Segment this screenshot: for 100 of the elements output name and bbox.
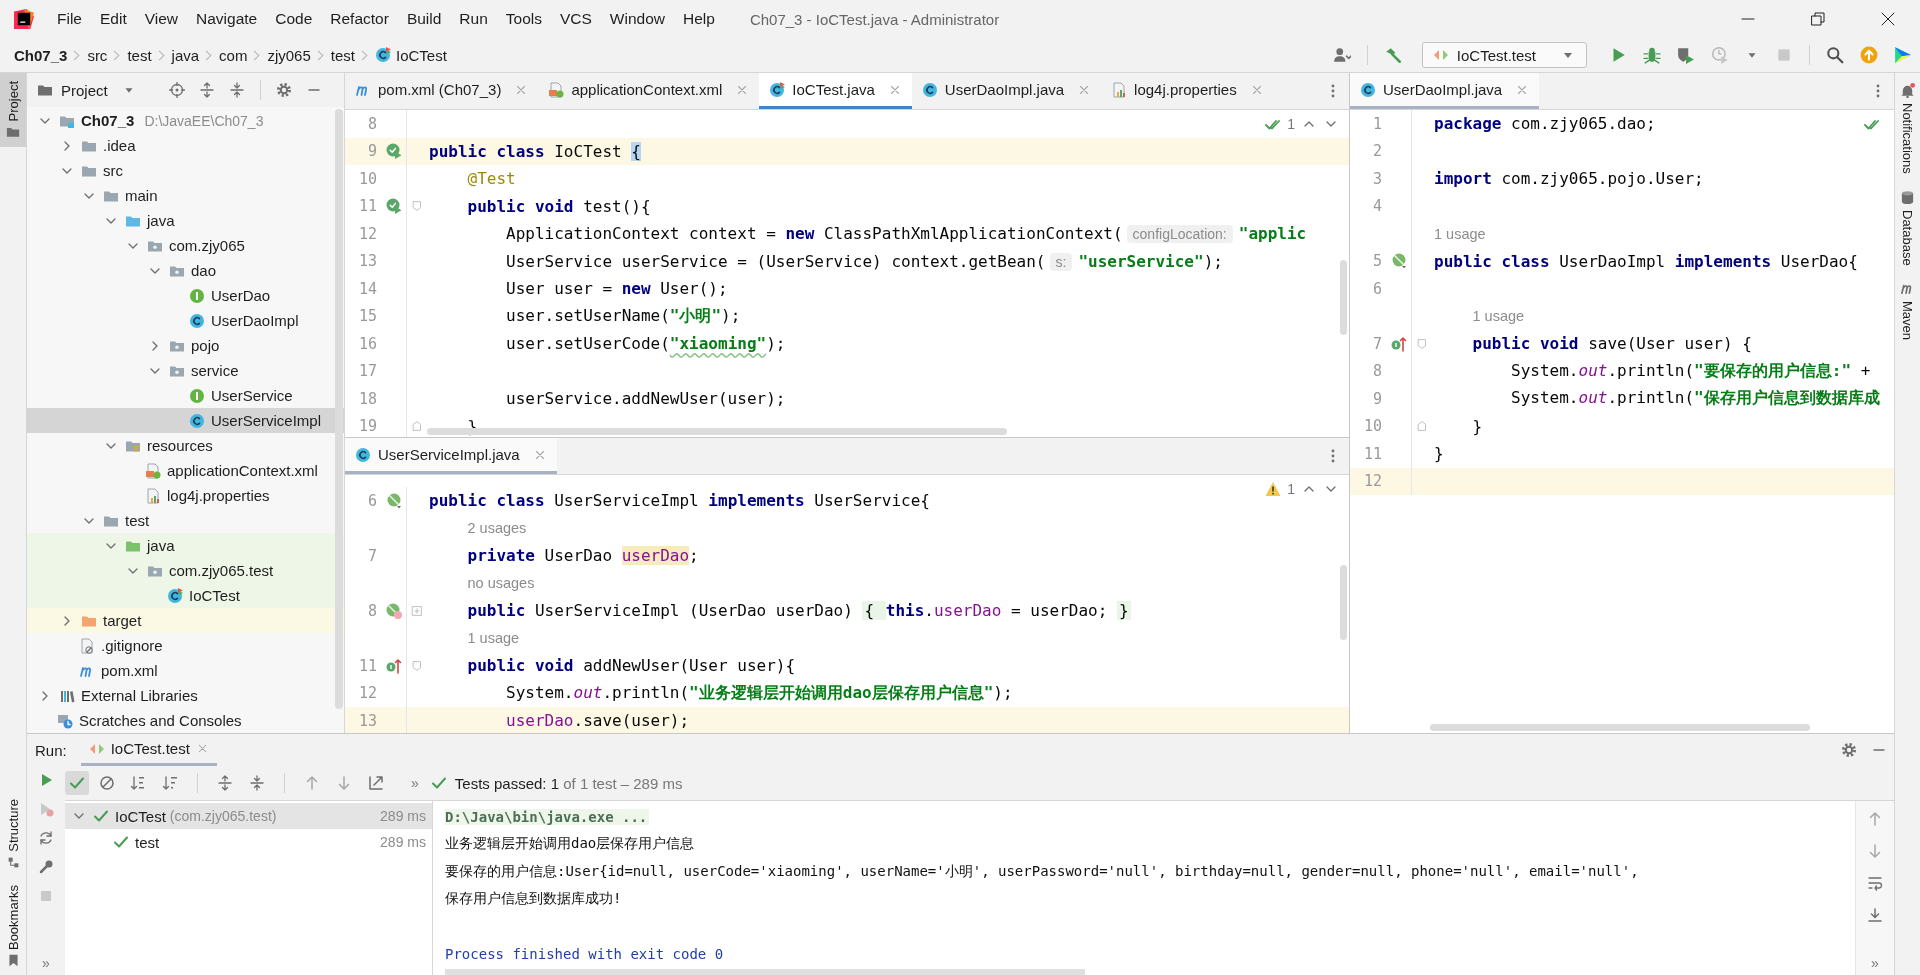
tree-item[interactable]: .idea (27, 133, 344, 158)
breadcrumb-item[interactable]: src (87, 46, 108, 64)
run-gutter-icon[interactable] (385, 143, 402, 160)
panel-title[interactable]: Project (61, 81, 108, 99)
menu-item[interactable]: Tools (496, 10, 551, 28)
inspection-widget[interactable]: 1 (1265, 481, 1339, 497)
toolbox-logo-icon[interactable] (1894, 46, 1912, 64)
implemented-gutter-icon[interactable] (385, 492, 402, 509)
soft-wrap-icon[interactable] (1867, 875, 1883, 891)
tree-item[interactable]: .gitignore (27, 633, 344, 658)
tool-window-tab[interactable]: Structure (0, 791, 26, 877)
usage-hint[interactable]: 2 usages (465, 520, 527, 537)
menu-item[interactable]: Build (397, 10, 451, 28)
settings-icon[interactable] (1841, 742, 1857, 758)
menu-item[interactable]: VCS (550, 10, 601, 28)
restore-icon[interactable] (1810, 11, 1826, 27)
overrides-gutter-icon[interactable] (385, 657, 402, 674)
export-icon[interactable] (368, 775, 384, 791)
expand-all-icon[interactable] (198, 82, 215, 98)
locate-icon[interactable] (168, 82, 185, 98)
sort-icon[interactable] (162, 775, 178, 791)
test-tree-item[interactable]: IoCTest (com.zjy065.test) 289 ms (65, 803, 432, 829)
test-tree-item[interactable]: test 289 ms (65, 829, 432, 855)
tree-item[interactable]: UserService (27, 383, 344, 408)
arrow-down-icon[interactable] (336, 775, 352, 791)
tree-item[interactable]: pom.xml (27, 658, 344, 683)
implemented-gutter-icon[interactable] (385, 602, 402, 619)
tree-item[interactable]: UserServiceImpl (27, 408, 344, 433)
tool-window-tab[interactable]: Project (0, 73, 26, 148)
scrollbar[interactable] (1340, 260, 1347, 335)
debug-icon[interactable] (1643, 46, 1661, 64)
menu-item[interactable]: Navigate (187, 10, 267, 28)
tree-item[interactable]: test (27, 508, 344, 533)
implemented-gutter-icon[interactable] (1390, 253, 1407, 270)
menu-item[interactable]: Code (266, 10, 322, 28)
more-button[interactable]: » (411, 775, 419, 791)
editor-tab[interactable]: UserServiceImpl.java (345, 438, 557, 474)
search-icon[interactable] (1826, 46, 1844, 64)
menu-item[interactable]: Run (450, 10, 497, 28)
tool-window-tab[interactable]: Notifications (1900, 83, 1915, 174)
collapse-all-icon[interactable] (249, 775, 265, 791)
breadcrumb-item[interactable]: test (127, 46, 152, 64)
usage-hint[interactable]: 1 usage (1470, 308, 1525, 325)
tree-item[interactable]: resources (27, 433, 344, 458)
run-tab[interactable]: IoCTest.test (80, 734, 217, 766)
scrollbar[interactable] (1340, 565, 1347, 640)
tree-item[interactable]: com.zjy065 (27, 233, 344, 258)
coverage-icon[interactable] (1677, 46, 1695, 64)
editor-tab[interactable]: pom.xml (Ch07_3) (345, 73, 539, 109)
scrollbar[interactable] (445, 969, 1085, 975)
update-icon[interactable] (1860, 46, 1878, 64)
menu-item[interactable]: View (135, 10, 188, 28)
tool-window-tab[interactable]: Bookmarks (0, 876, 26, 975)
inspection-widget[interactable]: 1 (1265, 116, 1339, 132)
menu-item[interactable]: Help (674, 10, 724, 28)
editor-tab[interactable]: UserDaoImpl.java (1350, 73, 1540, 109)
tree-item[interactable]: Ch07_3 D:\JavaEE\Ch07_3 (27, 108, 344, 133)
tree-item[interactable]: src (27, 158, 344, 183)
breadcrumb-item[interactable]: Ch07_3 (14, 46, 68, 64)
collapse-all-icon[interactable] (228, 82, 245, 98)
tree-item[interactable]: log4j.properties (27, 483, 344, 508)
scroll-to-end-icon[interactable] (1867, 907, 1883, 923)
tree-item[interactable]: service (27, 358, 344, 383)
run-configuration-dropdown[interactable]: IoCTest.test (1421, 42, 1587, 68)
tree-item[interactable]: Scratches and Consoles (27, 708, 344, 733)
tree-item[interactable]: target (27, 608, 344, 633)
tree-item[interactable]: pojo (27, 333, 344, 358)
usage-hint[interactable]: no usages (465, 575, 535, 592)
menu-item[interactable]: File (48, 10, 91, 28)
tree-item[interactable]: External Libraries (27, 683, 344, 708)
tree-item[interactable]: java (27, 208, 344, 233)
more-button[interactable]: » (42, 955, 50, 975)
settings-icon[interactable] (275, 82, 292, 98)
tree-item[interactable]: UserDaoImpl (27, 308, 344, 333)
tree-item[interactable]: main (27, 183, 344, 208)
editor-tab[interactable]: IoCTest.java (759, 73, 912, 109)
tree-item[interactable]: IoCTest (27, 583, 344, 608)
tool-window-tab[interactable]: Database (1900, 189, 1915, 266)
editor-tab[interactable]: log4j.properties (1101, 73, 1274, 109)
menu-item[interactable]: Window (600, 10, 674, 28)
run-gutter-icon[interactable] (385, 198, 402, 215)
menu-item[interactable]: Refactor (321, 10, 398, 28)
overrides-gutter-icon[interactable] (1390, 335, 1407, 352)
close-icon[interactable] (1880, 11, 1896, 27)
user-icon[interactable] (1332, 46, 1351, 64)
editor-tab[interactable]: UserDaoImpl.java (911, 73, 1102, 109)
tool-window-tab[interactable]: Maven (1900, 281, 1915, 341)
toggle-auto-test-icon[interactable] (38, 830, 54, 846)
breadcrumb-item[interactable]: com (219, 46, 248, 64)
more-button[interactable]: » (1871, 955, 1879, 975)
tree-item[interactable]: UserDao (27, 283, 344, 308)
breadcrumb-item[interactable]: zjy065 (267, 46, 311, 64)
scrollbar[interactable] (335, 109, 343, 709)
tree-item[interactable]: java (27, 533, 344, 558)
breadcrumb-item[interactable]: java (171, 46, 200, 64)
wrench-icon[interactable] (38, 859, 54, 875)
tree-item[interactable]: com.zjy065.test (27, 558, 344, 583)
tree-item[interactable]: applicationContext.xml (27, 458, 344, 483)
editor-tab[interactable]: applicationContext.xml (538, 73, 760, 109)
sort-icon[interactable] (130, 775, 146, 791)
